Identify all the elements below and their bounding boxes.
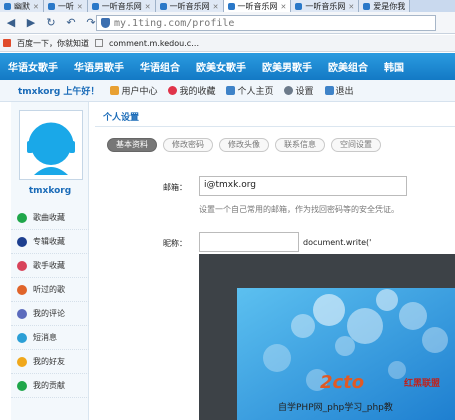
tab-basic-info[interactable]: 基本资料 [107,138,157,152]
address-bar[interactable]: my.1ting.com/profile [96,15,436,31]
tab-favicon-icon [295,3,303,10]
browser-tab[interactable]: 幽默 ✕ [0,0,44,12]
close-tab-icon[interactable]: ✕ [213,3,219,11]
tab-favicon-icon [363,3,371,10]
email-hint: 设置一个自己常用的邮箱，作为找回密码等的安全凭证。 [199,205,399,214]
user-bar: tmxkorg 上午好！ 用户中心 我的收藏 个人主页 设置 退出 [0,80,455,102]
nav-item[interactable]: 欧美女歌手 [188,59,254,74]
tab-change-password[interactable]: 修改密码 [163,138,213,152]
comment-icon [17,308,27,319]
greeting: tmxkorg 上午好！ [18,87,100,97]
forward-icon[interactable]: ▶ [24,16,38,30]
close-tab-icon[interactable]: ✕ [281,3,287,11]
nav-item[interactable]: 华语男歌手 [66,59,132,74]
favorites-link[interactable]: 我的收藏 [168,84,215,97]
page-icon [95,39,103,47]
browser-toolbar: ◀ ▶ ↻ ↶ ↷ my.1ting.com/profile [0,12,455,34]
nickname-field[interactable] [199,232,299,252]
main-content: 个人设置 基本资料 修改密码 修改头像 联系信息 空间设置 邮箱： i@tmxk… [95,102,455,420]
close-tab-icon[interactable]: ✕ [348,3,354,11]
heart-icon [168,86,178,95]
tab-contact-info[interactable]: 联系信息 [275,138,325,152]
disc-icon [17,236,27,247]
singer-icon [17,260,27,271]
folder-icon [110,86,120,95]
browser-tab-active[interactable]: 一听音乐网 ✕ [223,0,292,12]
email-label: 邮箱： [163,183,187,192]
nav-item[interactable]: 华语女歌手 [0,59,66,74]
sidebar-username: tmxkorg [28,186,72,196]
sidebar: tmxkorg 歌曲收藏 专辑收藏 歌手收藏 听过的歌 我的评论 短消息 我的好… [11,102,89,420]
settings-tabs: 基本资料 修改密码 修改头像 联系信息 空间设置 [107,138,381,152]
gear-icon [284,86,294,95]
logout-icon [324,86,334,95]
script-text: document.write(' [303,238,372,247]
baidu-icon [3,39,11,47]
tab-favicon-icon [159,3,167,10]
user-center-link[interactable]: 用户中心 [110,84,157,97]
browser-tab[interactable]: 一听音乐网 ✕ [291,0,360,12]
headphone-user-icon [27,122,75,175]
refresh-icon[interactable]: ↻ [44,16,58,30]
watermark-brand: 红黑联盟 [404,379,441,389]
address-text[interactable]: my.1ting.com/profile [114,18,234,29]
watermark-logo: 2cto [320,372,365,393]
tab-space-settings[interactable]: 空间设置 [331,138,381,152]
page-title: 个人设置 [103,113,140,123]
tab-favicon-icon [47,3,55,10]
avatar[interactable] [19,110,83,180]
sidebar-item-history[interactable]: 听过的歌 [11,278,89,302]
homepage-link[interactable]: 个人主页 [226,84,273,97]
tab-favicon-icon [227,3,235,10]
mail-icon [17,332,27,343]
nickname-label: 昵称： [163,239,187,248]
sidebar-item-contributions[interactable]: 我的贡献 [11,374,89,398]
favorite-link[interactable]: 百度一下，你就知道 [17,38,89,49]
home-icon [226,86,236,95]
undo-icon[interactable]: ↶ [64,16,78,30]
tab-favicon-icon [91,3,99,10]
browser-tab[interactable]: 一听 ✕ [43,0,88,12]
sidebar-menu: 歌曲收藏 专辑收藏 歌手收藏 听过的歌 我的评论 短消息 我的好友 我的贡献 [11,206,89,398]
browser-tab[interactable]: 一听音乐网 ✕ [155,0,224,12]
shield-icon [101,18,110,28]
close-tab-icon[interactable]: ✕ [77,3,83,11]
settings-link[interactable]: 设置 [284,84,314,97]
tab-favicon-icon [4,3,11,10]
tab-change-avatar[interactable]: 修改头像 [219,138,269,152]
sidebar-item-song-favorites[interactable]: 歌曲收藏 [11,206,89,230]
category-nav: 华语女歌手 华语男歌手 华语组合 欧美女歌手 欧美男歌手 欧美组合 韩国 [0,53,455,80]
back-icon[interactable]: ◀ [4,16,18,30]
music-note-icon [17,380,27,391]
sidebar-item-comments[interactable]: 我的评论 [11,302,89,326]
watermark-text: 自学PHP网_php学习_php教 [278,402,393,413]
close-tab-icon[interactable]: ✕ [33,3,39,11]
play-icon [17,284,27,295]
logout-link[interactable]: 退出 [324,84,354,97]
favorite-link[interactable]: comment.m.kedou.c… [109,39,199,48]
browser-tab[interactable]: 爱是你我 [359,0,411,12]
close-tab-icon[interactable]: ✕ [145,3,151,11]
music-note-icon [17,212,27,223]
browser-tab[interactable]: 一听音乐网 ✕ [87,0,156,12]
nav-item[interactable]: 欧美组合 [320,59,376,74]
sidebar-item-singer-favorites[interactable]: 歌手收藏 [11,254,89,278]
sidebar-item-messages[interactable]: 短消息 [11,326,89,350]
nav-item[interactable]: 欧美男歌手 [254,59,320,74]
sidebar-item-album-favorites[interactable]: 专辑收藏 [11,230,89,254]
divider [95,126,455,127]
nav-item[interactable]: 华语组合 [132,59,188,74]
friend-icon [17,356,27,367]
browser-tab-bar: 幽默 ✕ 一听 ✕ 一听音乐网 ✕ 一听音乐网 ✕ 一听音乐网 ✕ 一听音乐网 ✕ 爱是你我 [0,0,455,12]
email-field[interactable]: i@tmxk.org [199,176,407,196]
favorites-bar: 百度一下，你就知道 comment.m.kedou.c… [0,35,455,52]
nav-item[interactable]: 韩国 [376,59,412,74]
sidebar-item-friends[interactable]: 我的好友 [11,350,89,374]
